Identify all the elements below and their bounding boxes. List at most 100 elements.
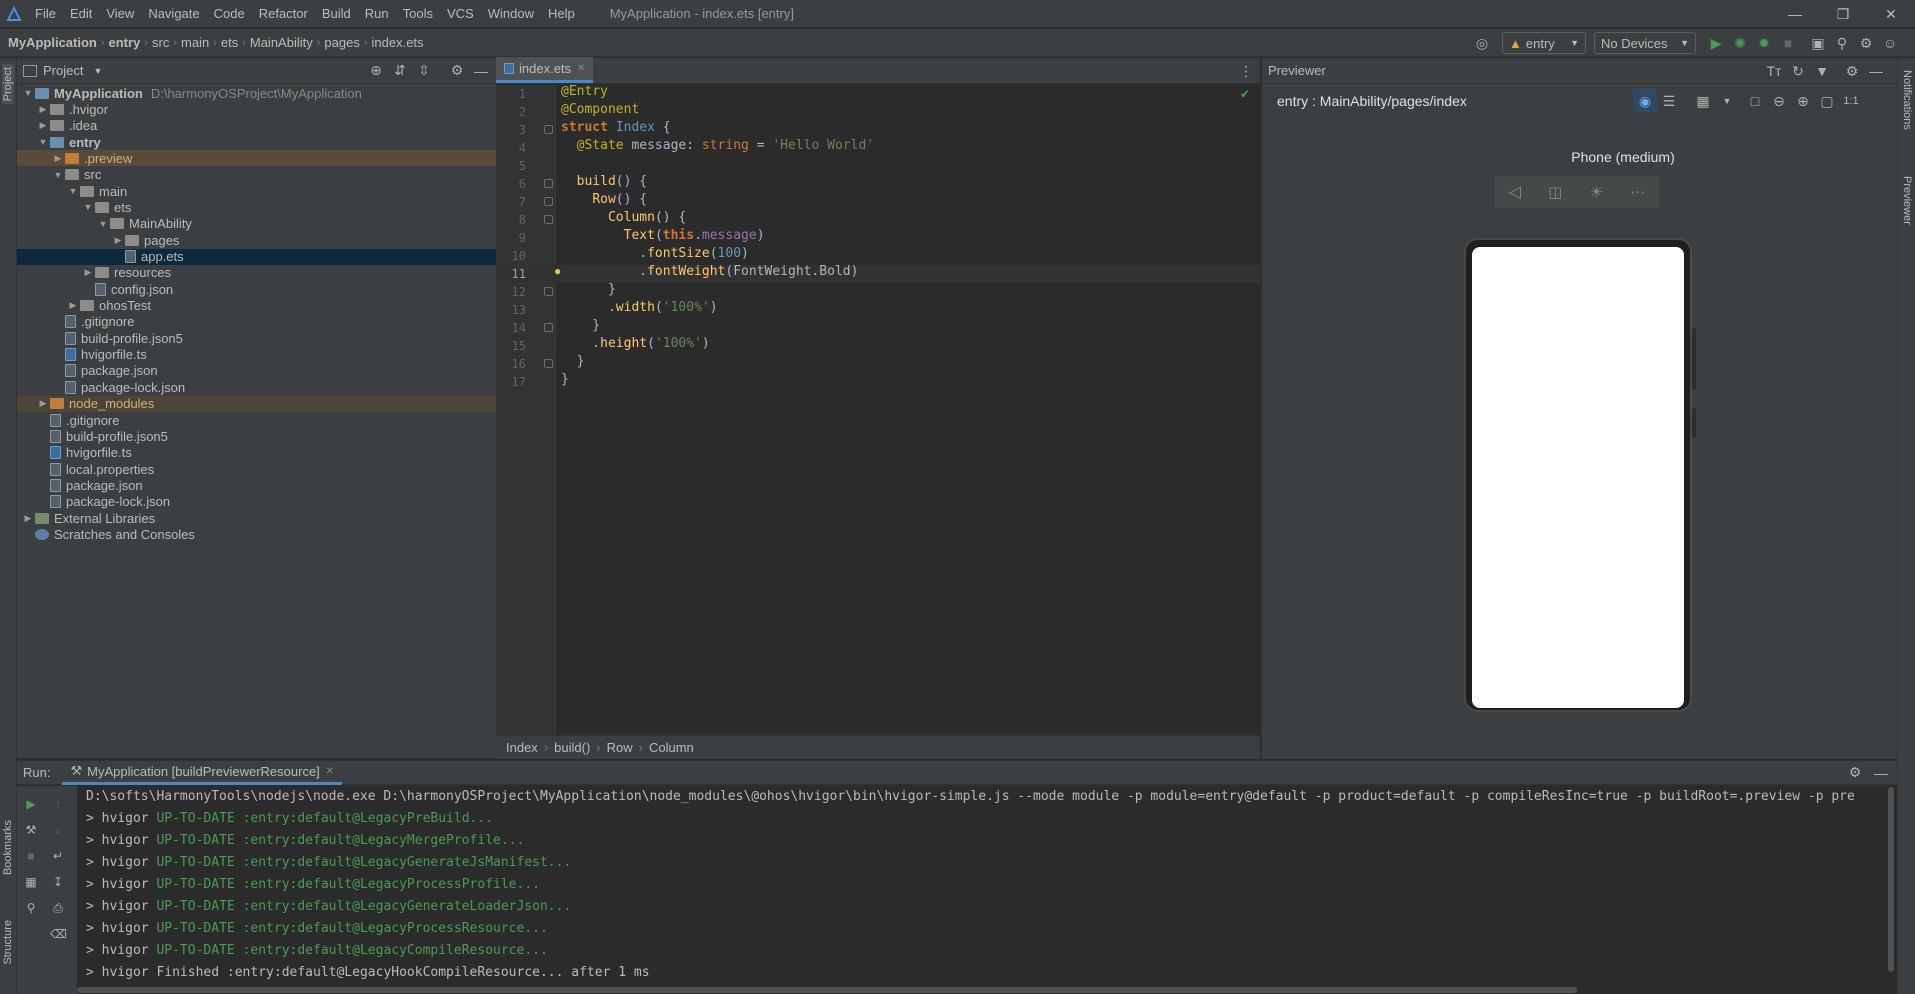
- project-structure-icon[interactable]: ▣: [1806, 31, 1830, 55]
- fold-marker-icon[interactable]: [544, 287, 553, 296]
- tab-index-ets[interactable]: index.ets ✕: [496, 57, 594, 83]
- tree-item[interactable]: config.json: [17, 281, 496, 297]
- hide-panel-icon[interactable]: —: [1864, 59, 1888, 83]
- breadcrumb-item[interactable]: main: [177, 35, 213, 50]
- tree-item[interactable]: .gitignore: [17, 314, 496, 330]
- rerun-icon[interactable]: ▶: [23, 796, 39, 812]
- soft-wrap-icon[interactable]: ↵: [50, 848, 66, 864]
- tree-item[interactable]: ▶ .preview: [17, 150, 496, 167]
- collapse-all-icon[interactable]: ⇳: [412, 59, 436, 83]
- phone-screen[interactable]: [1472, 247, 1684, 708]
- tree-item[interactable]: ▼ MainAbility: [17, 216, 496, 232]
- module-select[interactable]: ▲ entry ▼: [1502, 32, 1586, 54]
- close-tab-icon[interactable]: ✕: [326, 766, 334, 777]
- expanded-arrow-icon[interactable]: ▼: [36, 137, 50, 147]
- fold-marker-icon[interactable]: [544, 197, 553, 206]
- collapsed-arrow-icon[interactable]: ▶: [66, 300, 80, 311]
- tree-item[interactable]: ▶ .idea: [17, 118, 496, 134]
- target-icon[interactable]: ◎: [1470, 31, 1494, 55]
- horizontal-scrollbar[interactable]: [77, 987, 1577, 993]
- tree-item[interactable]: ▼ MyApplication D:\harmonyOSProject\MyAppl…: [17, 85, 496, 101]
- attach-debugger-icon[interactable]: ✹: [1752, 31, 1776, 55]
- more-icon[interactable]: ⋯: [1630, 183, 1645, 201]
- menu-item-view[interactable]: View: [99, 0, 141, 28]
- tree-item[interactable]: .gitignore: [17, 412, 496, 428]
- layout-icon[interactable]: ▦: [23, 874, 39, 890]
- menu-item-build[interactable]: Build: [315, 0, 358, 28]
- account-icon[interactable]: ☺: [1878, 31, 1902, 55]
- fold-marker-icon[interactable]: [544, 125, 553, 134]
- pin-icon[interactable]: ⚲: [23, 900, 39, 916]
- scroll-to-end-icon[interactable]: ↧: [50, 874, 66, 890]
- fullscreen-icon[interactable]: ▢: [1815, 89, 1839, 113]
- menu-item-window[interactable]: Window: [481, 0, 541, 28]
- expanded-arrow-icon[interactable]: ▼: [66, 186, 80, 196]
- tree-item[interactable]: app.ets: [17, 248, 496, 265]
- back-icon[interactable]: ◁: [1509, 182, 1521, 202]
- menu-item-refactor[interactable]: Refactor: [252, 0, 315, 28]
- breadcrumb-item[interactable]: MainAbility: [246, 35, 317, 50]
- breadcrumb-item[interactable]: MyApplication: [4, 35, 101, 50]
- hide-panel-icon[interactable]: —: [1869, 761, 1893, 785]
- project-panel-title[interactable]: Project: [43, 63, 83, 78]
- fold-marker-icon[interactable]: [544, 359, 553, 368]
- brightness-icon[interactable]: ☀: [1590, 183, 1603, 201]
- fold-marker-icon[interactable]: [544, 323, 553, 332]
- tree-item[interactable]: local.properties: [17, 461, 496, 477]
- expand-all-icon[interactable]: ⇵: [388, 59, 412, 83]
- multi-device-icon[interactable]: ▦: [1691, 89, 1715, 113]
- layers-icon[interactable]: ☰: [1657, 89, 1681, 113]
- code-breadcrumb-item[interactable]: Row: [607, 740, 633, 755]
- expanded-arrow-icon[interactable]: ▼: [21, 88, 35, 98]
- device-select[interactable]: No Devices ▼: [1594, 32, 1696, 54]
- close-tab-icon[interactable]: ✕: [577, 63, 585, 74]
- tree-item[interactable]: ▶ ohosTest: [17, 298, 496, 314]
- bookmarks-tool-tab[interactable]: Bookmarks: [2, 820, 14, 875]
- fold-marker-icon[interactable]: [544, 215, 553, 224]
- collapsed-arrow-icon[interactable]: ▶: [36, 104, 50, 115]
- inspection-ok-icon[interactable]: ✔: [1240, 87, 1250, 101]
- menu-item-navigate[interactable]: Navigate: [141, 0, 206, 28]
- stop-icon[interactable]: ■: [1776, 31, 1800, 55]
- filter-icon[interactable]: ▼: [1810, 59, 1834, 83]
- code-breadcrumb-item[interactable]: build(): [554, 740, 590, 755]
- menu-item-code[interactable]: Code: [207, 0, 252, 28]
- tree-item[interactable]: hvigorfile.ts: [17, 445, 496, 461]
- tree-item[interactable]: package-lock.json: [17, 494, 496, 510]
- tree-item[interactable]: package.json: [17, 477, 496, 493]
- minimize-icon[interactable]: —: [1772, 0, 1818, 28]
- collapsed-arrow-icon[interactable]: ▶: [81, 267, 95, 278]
- code-breadcrumb-item[interactable]: Index: [506, 740, 538, 755]
- menu-item-run[interactable]: Run: [358, 0, 396, 28]
- breadcrumb-item[interactable]: index.ets: [368, 35, 428, 50]
- menu-item-edit[interactable]: Edit: [63, 0, 99, 28]
- rotate-icon[interactable]: ◫: [1548, 183, 1562, 201]
- code-editor[interactable]: ✔ @Entry @Component struct Index { @State …: [554, 84, 1260, 735]
- gear-icon[interactable]: ⚙: [1843, 761, 1867, 785]
- stop-icon[interactable]: ■: [23, 848, 39, 864]
- expanded-arrow-icon[interactable]: ▼: [51, 170, 65, 180]
- menu-item-help[interactable]: Help: [541, 0, 582, 28]
- previewer-tool-tab[interactable]: Previewer: [1901, 176, 1913, 225]
- scroll-up-icon[interactable]: ↑: [50, 796, 66, 812]
- settings-icon[interactable]: ⚙: [1854, 31, 1878, 55]
- collapsed-arrow-icon[interactable]: ▶: [36, 398, 50, 409]
- menu-item-file[interactable]: File: [28, 0, 63, 28]
- tree-item[interactable]: ▼ ets: [17, 199, 496, 215]
- expanded-arrow-icon[interactable]: ▼: [96, 219, 110, 229]
- tree-item[interactable]: Scratches and Consoles: [17, 526, 496, 542]
- structure-tool-tab[interactable]: Structure: [2, 920, 14, 965]
- fold-marker-icon[interactable]: [544, 179, 553, 188]
- close-icon[interactable]: ✕: [1868, 0, 1914, 28]
- menu-item-tools[interactable]: Tools: [396, 0, 440, 28]
- refresh-icon[interactable]: ↻: [1786, 59, 1810, 83]
- tree-item[interactable]: package-lock.json: [17, 379, 496, 395]
- tree-item[interactable]: ▶ pages: [17, 232, 496, 248]
- intention-bulb-icon[interactable]: ●: [554, 264, 561, 278]
- console-output[interactable]: D:\softs\HarmonyTools\nodejs\node.exe D:…: [77, 786, 1897, 994]
- tree-item[interactable]: ▼ main: [17, 183, 496, 199]
- trash-icon[interactable]: ⌫: [50, 926, 67, 942]
- hide-panel-icon[interactable]: —: [469, 59, 493, 83]
- collapsed-arrow-icon[interactable]: ▶: [36, 120, 50, 131]
- locate-file-icon[interactable]: ⊕: [364, 59, 388, 83]
